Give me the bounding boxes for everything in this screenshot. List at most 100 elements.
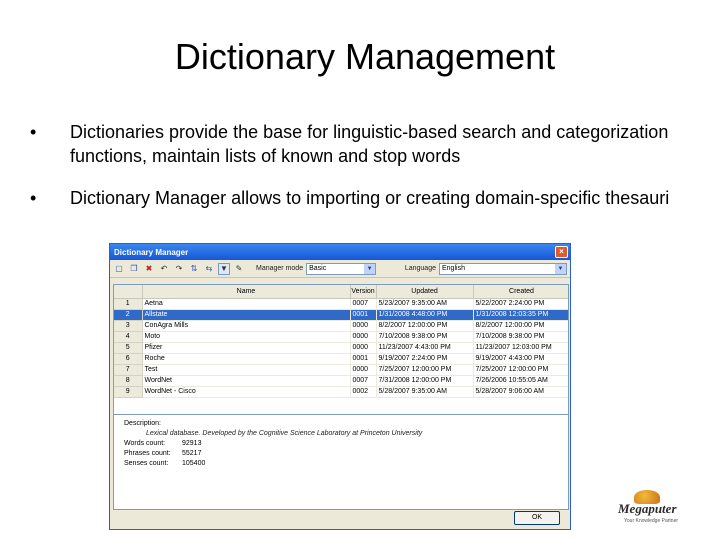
edit-icon[interactable]: ✎ [233, 263, 245, 275]
bullet-1: • Dictionaries provide the base for ling… [30, 120, 680, 168]
manager-mode-value: Basic [309, 265, 327, 272]
bullet-dot: • [30, 188, 37, 208]
column-header[interactable]: Version [350, 285, 377, 299]
column-header[interactable]: Name [142, 285, 351, 299]
updated-cell: 1/31/2008 4:48:00 PM [376, 309, 474, 321]
name-cell: ConAgra Mills [142, 320, 351, 332]
chevron-down-icon[interactable]: ▼ [364, 263, 376, 274]
name-cell: WordNet [142, 375, 351, 387]
export-icon[interactable]: ⇆ [203, 263, 215, 275]
column-header[interactable] [114, 285, 143, 299]
updated-cell: 5/23/2007 9:35:00 AM [376, 298, 474, 310]
table-row[interactable]: 9 WordNet - Cisco 0002 5/28/2007 9:35:00 AM… [114, 386, 568, 398]
row-number: 7 [114, 364, 143, 376]
bullet-dot: • [30, 122, 37, 142]
row-number: 8 [114, 375, 143, 387]
copy-icon[interactable]: ❐ [128, 263, 140, 275]
language-label: Language [404, 265, 436, 272]
version-cell: 0000 [350, 320, 377, 332]
ok-button[interactable]: OK [514, 511, 560, 525]
name-cell: Pfizer [142, 342, 351, 354]
row-number: 4 [114, 331, 143, 343]
row-number: 2 [114, 309, 143, 321]
manager-mode-select[interactable]: Basic ▼ [306, 262, 377, 275]
version-cell: 0000 [350, 342, 377, 354]
updated-cell: 5/28/2007 9:35:00 AM [376, 386, 474, 398]
version-cell: 0002 [350, 386, 377, 398]
megaputer-logo: Megaputer Your Knowledge Partner [618, 490, 718, 530]
bullet-text: Dictionaries provide the base for lingui… [70, 122, 669, 166]
dialog-titlebar[interactable]: Dictionary Manager × [110, 244, 570, 260]
dialog-title: Dictionary Manager [114, 247, 189, 257]
bullet-2: • Dictionary Manager allows to importing… [30, 186, 680, 210]
created-cell: 5/22/2007 2:24:00 PM [473, 298, 568, 310]
version-cell: 0000 [350, 331, 377, 343]
name-cell: Roche [142, 353, 351, 365]
created-cell: 7/26/2006 10:55:05 AM [473, 375, 568, 387]
updated-cell: 11/23/2007 4:43:00 PM [376, 342, 474, 354]
row-number: 5 [114, 342, 143, 354]
version-cell: 0007 [350, 375, 377, 387]
created-cell: 1/31/2008 12:03:35 PM [473, 309, 568, 321]
description-label: Description: [124, 420, 161, 427]
updated-cell: 9/19/2007 2:24:00 PM [376, 353, 474, 365]
phrases-count-value: 55217 [182, 450, 202, 457]
updated-cell: 7/31/2008 12:00:00 PM [376, 375, 474, 387]
created-cell: 7/25/2007 12:00:00 PM [473, 364, 568, 376]
created-cell: 7/10/2008 9:38:00 PM [473, 331, 568, 343]
toolbar: ▢ ❐ ✖ ↶ ↷ ⇅ ⇆ ▼ ✎ Manager mode Basic ▼ L… [110, 260, 570, 278]
table-row[interactable]: 1 Aetna 0007 5/23/2007 9:35:00 AM 5/22/2007 … [114, 298, 568, 310]
table-row[interactable]: 8 WordNet 0007 7/31/2008 12:00:00 PM 7/26/20… [114, 375, 568, 387]
name-cell: Aetna [142, 298, 351, 310]
column-header[interactable]: Created [473, 285, 568, 299]
row-number: 9 [114, 386, 143, 398]
language-value: English [442, 265, 465, 272]
description-text: Lexical database. Developed by the Cogni… [146, 430, 423, 437]
bullet-text: Dictionary Manager allows to importing o… [70, 188, 670, 208]
dictionary-manager-dialog: Dictionary Manager × ▢ ❐ ✖ ↶ ↷ ⇅ ⇆ ▼ ✎ M… [109, 243, 571, 530]
close-button[interactable]: × [555, 246, 568, 258]
column-header[interactable]: Updated [376, 285, 474, 299]
words-count-value: 92913 [182, 440, 202, 447]
version-cell: 0007 [350, 298, 377, 310]
phrases-count-label: Phrases count: [124, 450, 171, 457]
open-icon[interactable]: ▢ [113, 263, 125, 275]
created-cell: 11/23/2007 12:03:00 PM [473, 342, 568, 354]
senses-count-label: Senses count: [124, 460, 169, 467]
words-count-row: Words count: 92913 [124, 439, 558, 449]
undo-icon[interactable]: ↶ [158, 263, 170, 275]
pin-icon[interactable]: ▼ [218, 262, 230, 275]
senses-count-row: Senses count: 105400 [124, 459, 558, 469]
table-header-row: Name Version Updated Created [114, 285, 568, 299]
updated-cell: 8/2/2007 12:00:00 PM [376, 320, 474, 332]
name-cell: Allstate [142, 309, 351, 321]
name-cell: WordNet - Cisco [142, 386, 351, 398]
table-row[interactable]: 4 Moto 0000 7/10/2008 9:38:00 PM 7/10/2008 9… [114, 331, 568, 343]
version-cell: 0000 [350, 364, 377, 376]
table-row[interactable]: 6 Roche 0001 9/19/2007 2:24:00 PM 9/19/2007 … [114, 353, 568, 365]
row-number: 6 [114, 353, 143, 365]
table-row[interactable]: 5 Pfizer 0000 11/23/2007 4:43:00 PM 11/23/20… [114, 342, 568, 354]
details-panel: Description: Lexical database. Developed… [113, 414, 569, 510]
logo-tagline: Your Knowledge Partner [624, 518, 679, 524]
slide-title: Dictionary Management [174, 36, 556, 77]
updated-cell: 7/10/2008 9:38:00 PM [376, 331, 474, 343]
language-select[interactable]: English ▼ [439, 262, 567, 275]
delete-icon[interactable]: ✖ [143, 263, 155, 275]
updated-cell: 7/25/2007 12:00:00 PM [376, 364, 474, 376]
table-row[interactable]: 7 Test 0000 7/25/2007 12:00:00 PM 7/25/2007 … [114, 364, 568, 376]
row-number: 3 [114, 320, 143, 332]
version-cell: 0001 [350, 309, 377, 321]
version-cell: 0001 [350, 353, 377, 365]
words-count-label: Words count: [124, 440, 166, 447]
phrases-count-row: Phrases count: 55217 [124, 449, 558, 459]
import-icon[interactable]: ⇅ [188, 263, 200, 275]
created-cell: 8/2/2007 12:00:00 PM [473, 320, 568, 332]
redo-icon[interactable]: ↷ [173, 263, 185, 275]
table-row[interactable]: 3 ConAgra Mills 0000 8/2/2007 12:00:00 PM 8/… [114, 320, 568, 332]
row-number: 1 [114, 298, 143, 310]
manager-mode-label: Manager mode [256, 265, 304, 272]
logo-wordmark: Megaputer [618, 501, 677, 516]
chevron-down-icon[interactable]: ▼ [555, 263, 566, 274]
table-row[interactable]: 2 Allstate 0001 1/31/2008 4:48:00 PM 1/31/20… [114, 309, 568, 321]
